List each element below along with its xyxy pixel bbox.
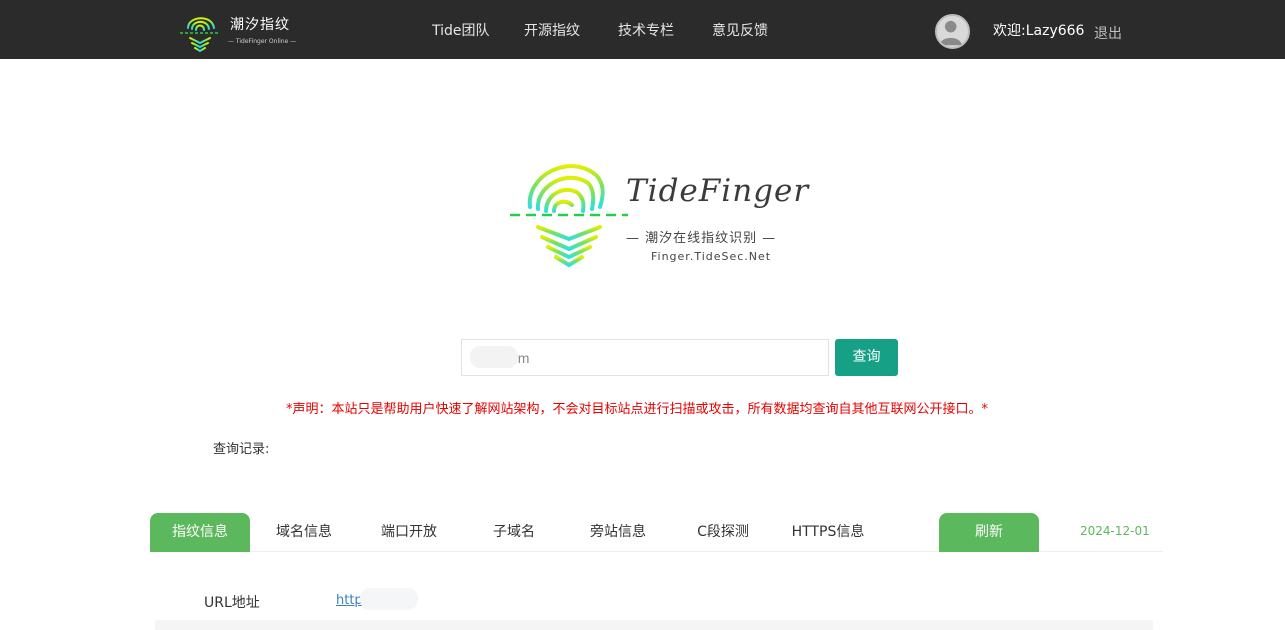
query-history-label: 查询记录: xyxy=(213,442,270,457)
tab-fingerprint-info[interactable]: 指纹信息 xyxy=(150,513,250,552)
hero-title: TideFinger xyxy=(626,173,810,209)
table-row xyxy=(155,620,1153,630)
brand-title: 潮汐指纹 xyxy=(230,17,290,33)
nav-tide-team[interactable]: Tide团队 xyxy=(432,20,490,40)
result-tabs: 指纹信息 域名信息 端口开放 子域名 旁站信息 C段探测 HTTPS信息 刷新 … xyxy=(150,513,1163,552)
tab-https-info[interactable]: HTTPS信息 xyxy=(778,513,878,552)
welcome-text: 欢迎:Lazy666 xyxy=(993,23,1085,39)
url-label: URL地址 xyxy=(204,595,260,611)
hero-logo: TideFinger — 潮汐在线指纹识别 — Finger.TideSec.N… xyxy=(508,155,808,275)
top-navbar: 潮汐指纹 — TideFinger Online — Tide团队 开源指纹 技… xyxy=(0,0,1285,59)
result-date: 2024-12-01 xyxy=(1080,524,1150,538)
tab-open-ports[interactable]: 端口开放 xyxy=(359,513,459,552)
redacted-blur xyxy=(360,588,418,610)
fingerprint-icon xyxy=(180,17,220,53)
disclaimer-text: *声明：本站只是帮助用户快速了解网站架构，不会对目标站点进行扫描或攻击，所有数据… xyxy=(286,402,989,417)
tab-subdomains[interactable]: 子域名 xyxy=(464,513,564,552)
search-button[interactable]: 查询 xyxy=(835,339,898,376)
nav-feedback[interactable]: 意见反馈 xyxy=(712,20,768,40)
result-row-url: URL地址 http om xyxy=(155,578,1153,620)
logout-link[interactable]: 退出 xyxy=(1094,23,1122,43)
tab-domain-info[interactable]: 域名信息 xyxy=(254,513,354,552)
nav-open-source-fingerprint[interactable]: 开源指纹 xyxy=(524,20,580,40)
user-icon xyxy=(939,20,962,46)
nav-tech-column[interactable]: 技术专栏 xyxy=(618,20,674,40)
hero-tagline: — 潮汐在线指纹识别 — xyxy=(626,231,777,246)
brand-subtitle: — TideFinger Online — xyxy=(228,38,297,45)
tab-c-segment-scan[interactable]: C段探测 xyxy=(673,513,773,552)
fingerprint-logo-icon xyxy=(510,164,628,268)
refresh-button[interactable]: 刷新 xyxy=(939,513,1039,552)
avatar[interactable] xyxy=(935,14,970,49)
hero-domain: Finger.TideSec.Net xyxy=(651,250,772,263)
brand-logo[interactable]: 潮汐指纹 — TideFinger Online — xyxy=(178,8,308,54)
redacted-blur xyxy=(470,346,518,368)
tab-sibling-sites[interactable]: 旁站信息 xyxy=(568,513,668,552)
